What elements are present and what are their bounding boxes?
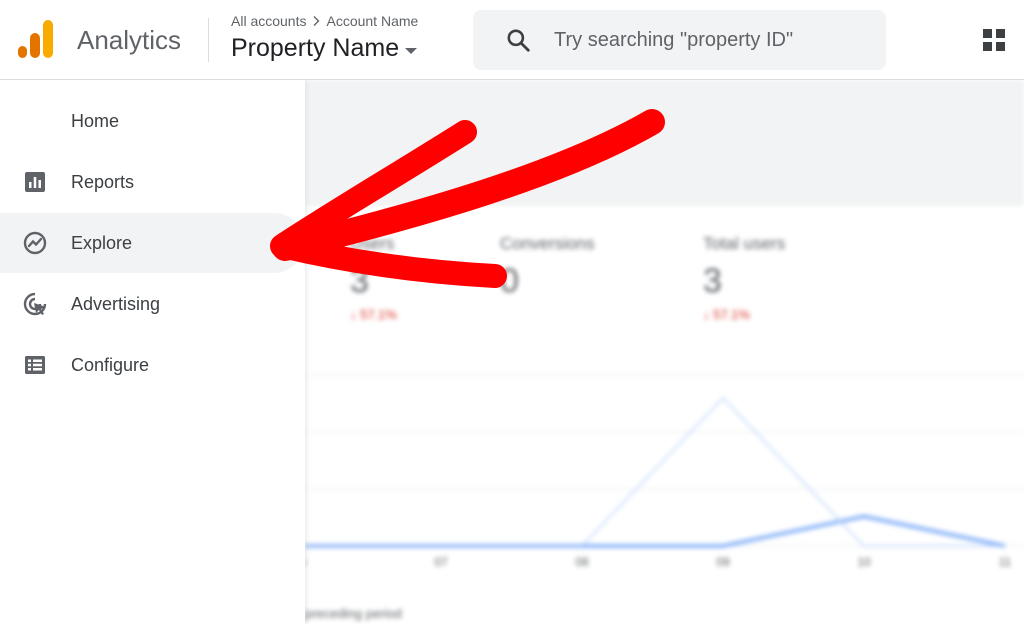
explore-icon	[22, 230, 48, 256]
property-name: Property Name	[231, 34, 400, 62]
breadcrumb-all-accounts[interactable]: All accounts	[231, 13, 306, 29]
nav-label: Reports	[71, 171, 135, 192]
nav-label: Configure	[71, 354, 150, 375]
x-tick-label: 11	[999, 555, 1012, 569]
x-tick-label: 07	[434, 555, 448, 569]
x-tick-label: 08	[575, 555, 589, 569]
nav-item-reports[interactable]: Reports	[0, 152, 304, 212]
metric-label: Total users	[703, 234, 786, 253]
users-line-chart: 06 07 08 09 10 11	[305, 374, 1024, 569]
nav-item-home[interactable]: Home	[0, 91, 304, 151]
search-placeholder: Try searching "property ID"	[554, 28, 794, 51]
list-icon	[22, 352, 48, 378]
nav-item-configure[interactable]: Configure	[0, 335, 304, 395]
home-dashboard: Users 3 ↓ 57.1% Conversions 0 Total user…	[305, 80, 1024, 624]
breadcrumb[interactable]: All accounts Account Name	[231, 13, 418, 29]
metric-value: 3	[703, 262, 722, 300]
nav-item-advertising[interactable]: Advertising	[0, 274, 304, 334]
metric-label: Users	[350, 234, 395, 253]
series-line-0	[305, 514, 1006, 548]
breadcrumb-account-name[interactable]: Account Name	[326, 13, 418, 29]
search-bar[interactable]: Try searching "property ID"	[473, 10, 886, 70]
left-nav: Home Reports Explore Advertising Configu…	[0, 80, 305, 624]
nav-label: Home	[71, 110, 120, 131]
analytics-logo-icon[interactable]	[18, 20, 54, 60]
dropdown-caret-icon	[405, 47, 418, 54]
chevron-right-icon	[313, 16, 320, 26]
x-tick-label: 09	[716, 555, 730, 569]
search-icon	[507, 29, 530, 52]
metric-users[interactable]: Users 3 ↓ 57.1%	[350, 234, 397, 322]
dashboard-banner	[305, 80, 1024, 206]
property-selector[interactable]: Property Name	[231, 34, 418, 63]
chart-footer: preceding period	[305, 606, 402, 621]
x-tick-label: 06	[305, 555, 307, 569]
metric-total-users[interactable]: Total users 3 ↓ 57.1%	[703, 234, 785, 322]
x-tick-label: 10	[857, 555, 871, 569]
metric-conversions[interactable]: Conversions 0	[500, 234, 595, 307]
app-name: Analytics	[77, 25, 182, 55]
metric-value: 3	[350, 262, 369, 300]
advertising-icon	[22, 291, 48, 317]
overview-card: Users 3 ↓ 57.1% Conversions 0 Total user…	[305, 206, 1024, 624]
apps-grid-icon[interactable]	[982, 28, 1006, 52]
header-divider	[208, 18, 209, 62]
nav-label: Advertising	[71, 293, 161, 314]
nav-label: Explore	[71, 232, 133, 253]
metric-value: 0	[500, 262, 519, 300]
metric-label: Conversions	[500, 234, 595, 253]
metric-change: ↓ 57.1%	[350, 307, 397, 322]
home-icon	[22, 108, 48, 134]
metric-change: ↓ 57.1%	[703, 307, 750, 322]
nav-item-explore[interactable]: Explore	[0, 213, 304, 273]
bar-chart-icon	[22, 169, 48, 195]
top-app-bar: Analytics All accounts Account Name Prop…	[0, 0, 1024, 80]
